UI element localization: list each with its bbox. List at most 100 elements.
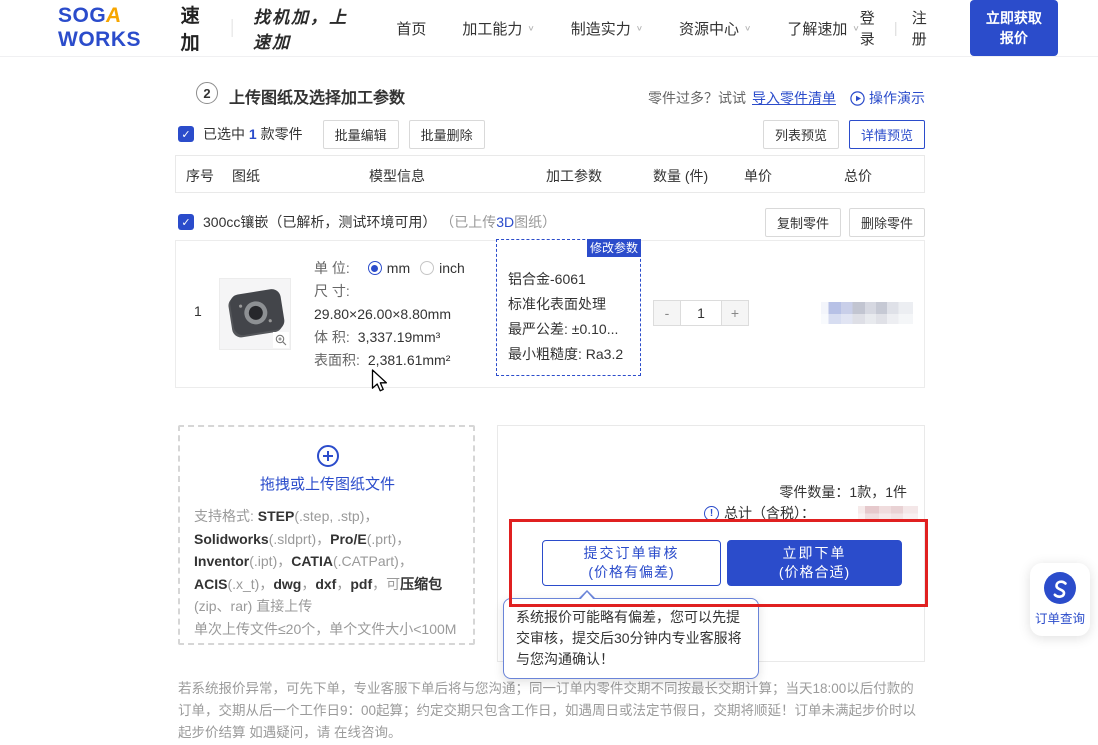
logo-divider: ｜ — [223, 15, 241, 41]
main-nav: 首页 加工能力 ∨ 制造实力 ∨ 资源中心 ∨ 了解速加 ∨ — [396, 18, 859, 39]
tooltip-text: 系统报价可能略有偏差，您可以先提交审核，提交后30分钟内专业客服将与您沟通确认！ — [516, 609, 742, 667]
order-now-button[interactable]: 立即下单 (价格合适) — [727, 540, 902, 586]
edit-params-badge[interactable]: 修改参数 — [587, 239, 641, 257]
detail-preview-button[interactable]: 详情预览 — [849, 120, 925, 149]
column-header-total-price: 总价 — [844, 166, 872, 186]
part-thumbnail[interactable] — [219, 278, 291, 350]
part-title: 300cc镶嵌（已解析，测试环境可用） — [203, 212, 436, 232]
part-checkbox[interactable]: ✓ — [178, 214, 194, 230]
get-quote-button[interactable]: 立即获取报价 — [970, 0, 1058, 56]
volume-label: 体 积: — [314, 327, 350, 347]
login-link[interactable]: 登录 — [860, 7, 880, 49]
column-header-drawing: 图纸 — [232, 166, 260, 186]
selection-toolbar: ✓ 已选中 1 款零件 批量编辑 批量删除 列表预览 详情预览 — [178, 120, 925, 148]
param-tolerance: 最严公差: ±0.10... — [508, 317, 636, 342]
info-icon: ! — [704, 506, 719, 521]
upload-formats-text: 支持格式: STEP(.step, .stp)，Solidworks(.sldp… — [194, 505, 461, 618]
part-row-header: ✓ 300cc镶嵌（已解析，测试环境可用） （已上传3D图纸） 复制零件 删除零… — [178, 209, 925, 235]
demo-button[interactable]: 操作演示 — [850, 88, 925, 108]
logo-text-sog: SOG — [58, 4, 106, 27]
brand-tagline: 找机加，上速加 — [253, 3, 360, 53]
size-label: 尺 寸: — [314, 281, 350, 301]
copy-part-button[interactable]: 复制零件 — [765, 208, 841, 237]
logo-text-cn: 速加 — [181, 1, 211, 55]
nav-item-home[interactable]: 首页 — [396, 18, 426, 39]
nav-item-strength[interactable]: 制造实力 ∨ — [571, 18, 643, 39]
logo-text-works: WORKS — [58, 28, 141, 51]
selected-count: 1 — [249, 126, 257, 142]
batch-edit-button[interactable]: 批量编辑 — [323, 120, 399, 149]
quantity-stepper: - 1 + — [653, 300, 749, 326]
selected-count-label: 已选中 1 款零件 — [203, 124, 303, 144]
parts-table-header: 序号 图纸 模型信息 加工参数 数量 (件) 单价 总价 — [175, 155, 925, 193]
quantity-increase-button[interactable]: + — [721, 300, 749, 326]
register-link[interactable]: 注册 — [912, 7, 932, 49]
review-tooltip: 系统报价可能略有偏差，您可以先提交审核，提交后30分钟内专业客服将与您沟通确认！ — [503, 598, 759, 679]
header-auth: 登录 | 注册 立即获取报价 — [860, 0, 1058, 56]
column-header-quantity: 数量 (件) — [653, 166, 708, 186]
parts-quantity-line: 零件数量：1款，1件 — [779, 482, 907, 502]
chevron-down-icon: ∨ — [527, 24, 534, 32]
total-price-redacted-blur — [858, 506, 918, 521]
order-query-icon — [1044, 572, 1076, 604]
step-meta: 零件过多？试试 导入零件清单 操作演示 — [648, 88, 925, 108]
price-redacted-blur — [821, 302, 913, 324]
param-material: 铝合金-6061 — [508, 267, 636, 292]
param-surface: 标准化表面处理 — [508, 292, 636, 317]
chevron-down-icon: ∨ — [852, 24, 859, 32]
magnifier-icon[interactable] — [273, 332, 289, 348]
volume-value: 3,337.19mm³ — [358, 327, 440, 347]
nav-item-capability[interactable]: 加工能力 ∨ — [462, 18, 534, 39]
order-query-floating-button[interactable]: 订单查询 — [1030, 563, 1090, 636]
import-parts-list-link[interactable]: 导入零件清单 — [752, 88, 836, 108]
param-roughness: 最小粗糙度: Ra3.2 — [508, 342, 636, 367]
upload-limit-text: 单次上传文件≤20个，单个文件大小<100M — [194, 618, 461, 641]
footer-disclaimer: 若系统报价异常，可先下单，专业客服下单后将与您沟通；同一订单内零件交期不同按最长… — [178, 678, 925, 744]
quantity-input[interactable]: 1 — [681, 300, 721, 326]
step-number-badge: 2 — [196, 82, 218, 104]
column-header-params: 加工参数 — [546, 166, 602, 186]
logo[interactable]: SOGAWORKS 速加 — [58, 1, 211, 55]
params-list: 铝合金-6061 标准化表面处理 最严公差: ±0.10... 最小粗糙度: R… — [497, 240, 640, 367]
part-row: 1 — [175, 240, 925, 388]
chevron-down-icon: ∨ — [744, 24, 751, 32]
page-title: 上传图纸及选择加工参数 — [229, 84, 405, 108]
area-label: 表面积: — [314, 350, 360, 370]
nav-item-resources[interactable]: 资源中心 ∨ — [679, 18, 751, 39]
upload-dropzone[interactable]: 拖拽或上传图纸文件 支持格式: STEP(.step, .stp)，Solidw… — [178, 425, 475, 645]
upload-title[interactable]: 拖拽或上传图纸文件 — [194, 473, 461, 494]
chevron-down-icon: ∨ — [636, 24, 643, 32]
unit-mm-label[interactable]: mm — [387, 258, 410, 278]
part-upload-note: （已上传3D图纸） — [436, 212, 556, 232]
too-many-parts-hint: 零件过多？试试 — [648, 88, 746, 108]
quantity-decrease-button[interactable]: - — [653, 300, 681, 326]
column-header-unit-price: 单价 — [744, 166, 772, 186]
column-header-index: 序号 — [186, 166, 214, 186]
play-icon — [850, 91, 865, 106]
area-value: 2,381.61mm² — [368, 350, 450, 370]
auth-divider: | — [894, 20, 898, 37]
submit-order-review-button[interactable]: 提交订单审核 (价格有偏差) — [542, 540, 721, 586]
list-preview-button[interactable]: 列表预览 — [763, 120, 839, 149]
online-consult-link[interactable]: 在线咨询。 — [334, 725, 402, 740]
total-line: ! 总计（含税）： — [704, 503, 918, 523]
plus-circle-icon — [316, 444, 340, 468]
unit-row: 单 位: mm inch — [314, 258, 465, 278]
model-info: 单 位: mm inch 尺 寸: 29.80×26.00×8.80mm 体 积… — [314, 258, 465, 373]
header-bar: SOGAWORKS 速加 ｜ 找机加，上速加 首页 加工能力 ∨ 制造实力 ∨ … — [0, 0, 1098, 57]
page: SOGAWORKS 速加 ｜ 找机加，上速加 首页 加工能力 ∨ 制造实力 ∨ … — [0, 0, 1098, 745]
machining-params-box[interactable]: 修改参数 铝合金-6061 标准化表面处理 最严公差: ±0.10... 最小粗… — [496, 239, 641, 376]
order-actions: 提交订单审核 (价格有偏差) 立即下单 (价格合适) — [542, 540, 902, 586]
size-value: 29.80×26.00×8.80mm — [314, 304, 451, 324]
unit-inch-radio[interactable] — [420, 261, 434, 275]
delete-part-button[interactable]: 删除零件 — [849, 208, 925, 237]
select-all-checkbox[interactable]: ✓ — [178, 126, 194, 142]
part-index: 1 — [194, 303, 202, 319]
unit-mm-radio[interactable] — [368, 261, 382, 275]
column-header-model: 模型信息 — [369, 166, 425, 186]
parts-quantity-value: 1款，1件 — [849, 484, 907, 500]
batch-delete-button[interactable]: 批量删除 — [409, 120, 485, 149]
logo-bolt-a: A — [105, 4, 124, 28]
nav-item-about[interactable]: 了解速加 ∨ — [787, 18, 859, 39]
unit-inch-label[interactable]: inch — [439, 258, 465, 278]
